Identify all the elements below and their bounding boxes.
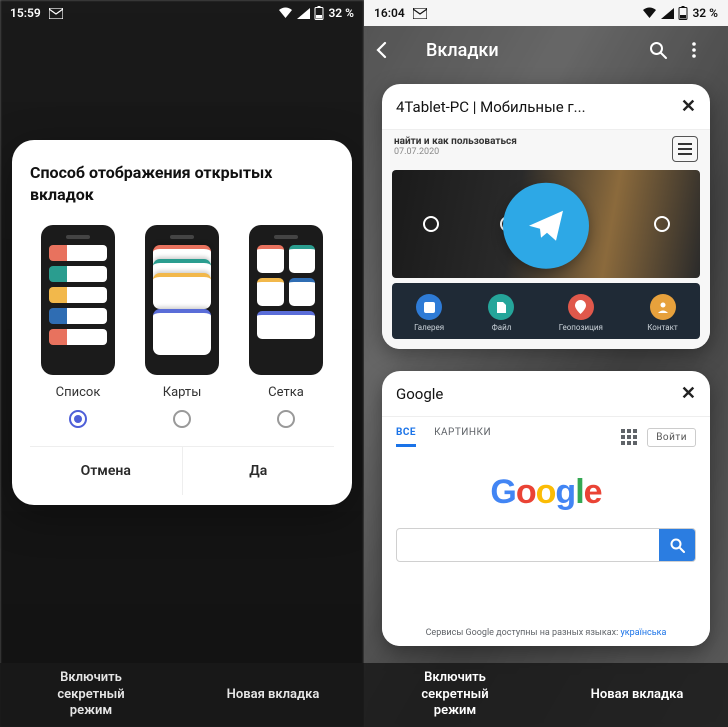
secret-mode-button[interactable]: Включить секретный режим (364, 663, 546, 727)
close-tab-button[interactable]: ✕ (681, 96, 696, 117)
tab-preview: ВСЕ КАРТИНКИ Войти Google (382, 416, 710, 646)
dock-label: Геопозиция (559, 323, 603, 332)
mail-icon (49, 8, 63, 19)
signal-icon (297, 8, 310, 19)
new-tab-button[interactable]: Новая вкладка (546, 663, 728, 727)
tab-title: Google (396, 385, 673, 403)
location-icon (568, 294, 594, 320)
status-time: 15:59 (10, 6, 41, 20)
dialog-actions: Отмена Да (30, 446, 334, 495)
google-search-box (396, 528, 696, 562)
status-bar: 16:04 32 % (364, 0, 728, 26)
apps-grid-icon (621, 429, 637, 445)
option-grid-radio[interactable] (277, 410, 295, 428)
dock-label: Галерея (414, 323, 444, 332)
wifi-icon (278, 7, 293, 19)
right-screenshot: 16:04 32 % Вкладки (364, 0, 728, 727)
bottom-bar: Включить секретный режим Новая вкладка (0, 663, 364, 727)
gallery-icon (416, 294, 442, 320)
battery-pct: 32 % (692, 6, 718, 20)
tab-card[interactable]: Google ✕ ВСЕ КАРТИНКИ Войти Google (382, 371, 710, 646)
contact-icon (650, 294, 676, 320)
more-icon[interactable] (684, 40, 720, 60)
tab-list[interactable]: 4Tablet-PC | Мобильные г... ✕ найти и ка… (364, 74, 728, 720)
confirm-button[interactable]: Да (183, 447, 335, 495)
search-icon[interactable] (648, 40, 684, 60)
mail-icon (413, 8, 427, 19)
status-bar: 15:59 32 % (0, 0, 364, 26)
tab-header: 4Tablet-PC | Мобильные г... ✕ (382, 84, 710, 129)
battery-icon (314, 6, 324, 20)
signal-icon (661, 8, 674, 19)
sign-in-button: Войти (647, 428, 696, 447)
cancel-button[interactable]: Отмена (30, 447, 182, 495)
option-list-label: Список (56, 385, 101, 400)
view-options: Список Карты (30, 225, 334, 428)
option-list-radio[interactable] (69, 410, 87, 428)
option-grid-label: Сетка (268, 385, 304, 400)
option-cards-radio[interactable] (173, 410, 191, 428)
dialog-title: Способ отображения открытых вкладок (30, 162, 334, 205)
dock-label: Контакт (647, 323, 678, 332)
option-cards-label: Карты (163, 385, 202, 400)
google-footer: Сервисы Google доступны на разных языках… (382, 628, 710, 638)
tab-preview: найти и как пользоваться 07.07.2020 Гале… (382, 129, 710, 349)
option-list[interactable]: Список (30, 225, 126, 428)
file-icon (488, 294, 514, 320)
option-grid-preview (249, 225, 323, 375)
battery-pct: 32 % (328, 6, 354, 20)
tab-view-style-dialog: Способ отображения открытых вкладок Спис… (12, 140, 352, 505)
app-bar-title: Вкладки (426, 40, 648, 61)
secret-mode-button[interactable]: Включить секретный режим (0, 663, 182, 727)
option-grid[interactable]: Сетка (238, 225, 334, 428)
preview-date: 07.07.2020 (394, 147, 517, 157)
tab-header: Google ✕ (382, 371, 710, 416)
preview-hero (392, 170, 700, 278)
tab-title: 4Tablet-PC | Мобильные г... (396, 98, 673, 116)
hamburger-icon (672, 136, 698, 162)
telegram-icon (503, 183, 589, 269)
google-nav: ВСЕ КАРТИНКИ Войти (382, 417, 710, 447)
new-tab-button[interactable]: Новая вкладка (182, 663, 364, 727)
option-cards[interactable]: Карты (134, 225, 230, 428)
search-button-icon (659, 529, 695, 561)
app-bar: Вкладки (364, 26, 728, 74)
dock-label: Файл (492, 323, 512, 332)
preview-dock: Галерея Файл Геопозиция Контакт (392, 283, 700, 339)
google-tab-all: ВСЕ (396, 427, 416, 447)
footer-link: українська (621, 628, 667, 638)
bottom-bar: Включить секретный режим Новая вкладка (364, 663, 728, 727)
close-tab-button[interactable]: ✕ (681, 383, 696, 404)
option-list-preview (41, 225, 115, 375)
wifi-icon (642, 7, 657, 19)
left-screenshot: 15:59 32 % Способ отображения открытых в… (0, 0, 364, 727)
footer-text: Сервисы Google доступны на разных языках… (426, 628, 621, 638)
option-cards-preview (145, 225, 219, 375)
tab-card[interactable]: 4Tablet-PC | Мобильные г... ✕ найти и ка… (382, 84, 710, 349)
google-tab-images: КАРТИНКИ (434, 427, 491, 447)
preview-headline: найти и как пользоваться (394, 136, 517, 147)
google-logo: Google (471, 473, 621, 512)
back-icon[interactable] (372, 40, 408, 60)
battery-icon (678, 6, 688, 20)
status-time: 16:04 (374, 6, 405, 20)
